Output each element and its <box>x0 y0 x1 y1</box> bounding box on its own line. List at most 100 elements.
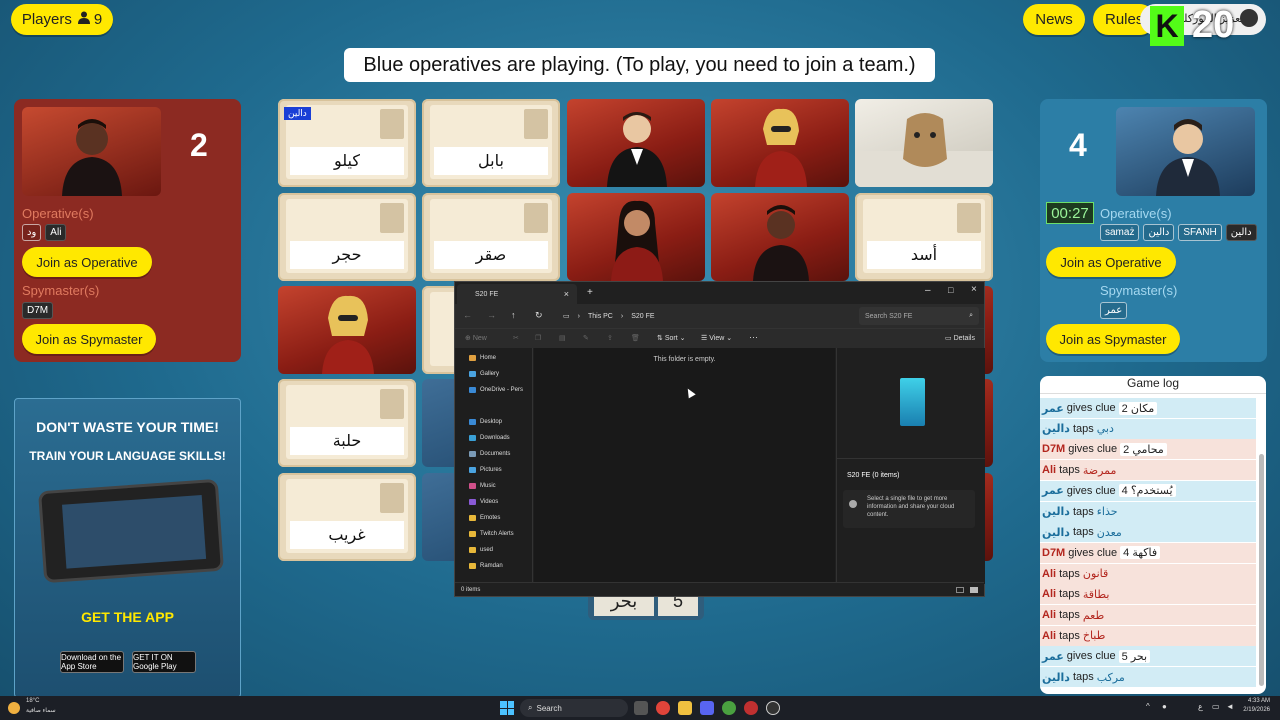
app-store-badge[interactable]: Download on the App Store <box>60 651 124 673</box>
details-view-icon[interactable] <box>956 586 964 593</box>
minimize-icon[interactable]: – <box>925 285 931 296</box>
player-chip: D7M <box>22 302 54 319</box>
app-advertisement[interactable]: DON'T WASTE YOUR TIME! TRAIN YOUR LANGUA… <box>14 398 241 698</box>
new-tab-icon[interactable]: + <box>587 287 593 298</box>
refresh-icon[interactable]: ↻ <box>535 310 543 321</box>
card-word: بابل <box>434 147 548 175</box>
share-icon[interactable]: ⇪ <box>607 334 613 342</box>
nav-item[interactable]: Twitch Alerts <box>455 526 532 542</box>
word-card[interactable]: حجر <box>278 193 416 281</box>
task-view-icon[interactable] <box>634 701 648 715</box>
log-player: عمر <box>1042 402 1064 415</box>
taskbar-search-label: Search <box>536 703 562 713</box>
nav-item[interactable]: Desktop <box>455 414 532 430</box>
blue-join-operative-button[interactable]: Join as Operative <box>1046 247 1176 277</box>
rename-icon[interactable]: ✎ <box>583 334 589 342</box>
nav-item[interactable]: Gallery <box>455 366 532 382</box>
card-word: حجر <box>290 241 404 269</box>
sort-button[interactable]: ⇅ Sort ⌄ <box>657 334 685 342</box>
players-button[interactable]: Players 9 <box>11 4 113 35</box>
nav-item[interactable]: Documents <box>455 446 532 462</box>
explorer-tab[interactable]: S20 FE × <box>457 284 577 304</box>
word-card[interactable]: أسد <box>855 193 993 281</box>
clock-date[interactable]: 2/19/2026 <box>1243 707 1270 713</box>
cut-icon[interactable]: ✂ <box>513 334 519 342</box>
color-picker-icon[interactable] <box>722 701 736 715</box>
address-bar[interactable]: ▭ › This PC › S20 FE <box>555 307 855 325</box>
more-icon[interactable]: ··· <box>749 332 758 342</box>
nav-item[interactable]: Home <box>455 350 532 366</box>
start-icon[interactable] <box>500 701 514 715</box>
content-area[interactable]: This folder is empty. <box>534 348 835 584</box>
word-card[interactable]: صقر <box>422 193 560 281</box>
log-player: Ali <box>1042 629 1057 642</box>
new-button[interactable]: ⊕ New <box>465 334 487 342</box>
network-icon[interactable]: ▭ <box>1212 702 1220 711</box>
nav-item-label: used <box>480 547 494 553</box>
log-player: Ali <box>1042 588 1057 601</box>
nav-item[interactable]: Videos <box>455 494 532 510</box>
app-icon[interactable] <box>744 701 758 715</box>
clock-time[interactable]: 4:33 AM <box>1248 698 1270 704</box>
preview-divider <box>837 458 985 459</box>
nav-item[interactable]: Emotes <box>455 510 532 526</box>
paste-icon[interactable]: ▤ <box>559 334 566 342</box>
google-play-badge[interactable]: GET IT ON Google Play <box>132 651 196 673</box>
log-action: gives clue <box>1066 650 1116 663</box>
news-button[interactable]: News <box>1023 4 1085 35</box>
log-scrollbar[interactable] <box>1259 454 1264 686</box>
folder-icon <box>469 435 476 441</box>
nav-item[interactable]: used <box>455 542 532 558</box>
red-join-operative-button[interactable]: Join as Operative <box>22 247 152 277</box>
log-player: عمر <box>1042 485 1064 498</box>
close-tab-icon[interactable]: × <box>564 289 569 299</box>
blue-join-spymaster-button[interactable]: Join as Spymaster <box>1046 324 1180 354</box>
players-count: 9 <box>93 11 103 28</box>
new-label: New <box>472 335 487 342</box>
copy-icon[interactable]: ❐ <box>535 334 541 342</box>
breadcrumb-item[interactable]: S20 FE <box>631 313 654 320</box>
discord-icon[interactable] <box>700 701 714 715</box>
file-explorer-window[interactable]: S20 FE × + – □ × ← → ↑ ↻ ▭ › This PC › S20… <box>454 281 985 597</box>
breadcrumb-item[interactable]: This PC <box>588 313 613 320</box>
red-join-spymaster-button[interactable]: Join as Spymaster <box>22 324 156 354</box>
language-indicator[interactable]: ع <box>1198 702 1203 711</box>
close-window-icon[interactable]: × <box>971 284 977 295</box>
obs-icon[interactable] <box>766 701 780 715</box>
mic-icon[interactable]: ● <box>1162 702 1167 711</box>
mouse-cursor-icon <box>684 386 696 399</box>
search-box[interactable]: Search S20 FE ⌕ <box>859 307 979 325</box>
tray-chevron-icon[interactable]: ^ <box>1146 702 1150 711</box>
maximize-icon[interactable]: □ <box>948 285 953 295</box>
nav-item[interactable]: Music <box>455 478 532 494</box>
log-player: D7M <box>1042 443 1066 456</box>
nav-item[interactable]: Pictures <box>455 462 532 478</box>
word-card[interactable]: غريب <box>278 473 416 561</box>
nav-item-label: Pictures <box>480 467 502 473</box>
log-word: بطاقة <box>1082 588 1110 601</box>
log-clue: بحر 5 <box>1118 649 1151 663</box>
nav-item[interactable]: Ramdan <box>455 558 532 574</box>
file-explorer-icon[interactable] <box>678 701 692 715</box>
card-word: غريب <box>290 521 404 549</box>
view-button[interactable]: ☰ View ⌄ <box>701 334 732 342</box>
folder-icon <box>469 483 476 489</box>
nav-item-label: Twitch Alerts <box>480 531 514 537</box>
taskbar-search[interactable]: ⌕ Search <box>520 699 628 717</box>
delete-icon[interactable]: 🗑 <box>631 334 640 342</box>
forward-icon[interactable]: → <box>487 310 496 320</box>
nav-item[interactable]: Downloads <box>455 430 532 446</box>
log-word: دبي <box>1096 423 1114 436</box>
details-button[interactable]: ▭ Details <box>945 334 975 342</box>
nav-item[interactable]: OneDrive - Pers <box>455 382 532 398</box>
up-icon[interactable]: ↑ <box>511 310 516 320</box>
word-card[interactable]: بابل <box>422 99 560 187</box>
word-card[interactable]: كيلو دالين <box>278 99 416 187</box>
nav-item-label: Gallery <box>480 371 500 377</box>
word-card[interactable]: حلبة <box>278 379 416 467</box>
tiles-view-icon[interactable] <box>970 586 978 593</box>
back-icon[interactable]: ← <box>463 310 472 320</box>
chrome-icon[interactable] <box>656 701 670 715</box>
log-action: taps <box>1072 671 1094 684</box>
volume-icon[interactable]: ◄ <box>1226 702 1234 711</box>
